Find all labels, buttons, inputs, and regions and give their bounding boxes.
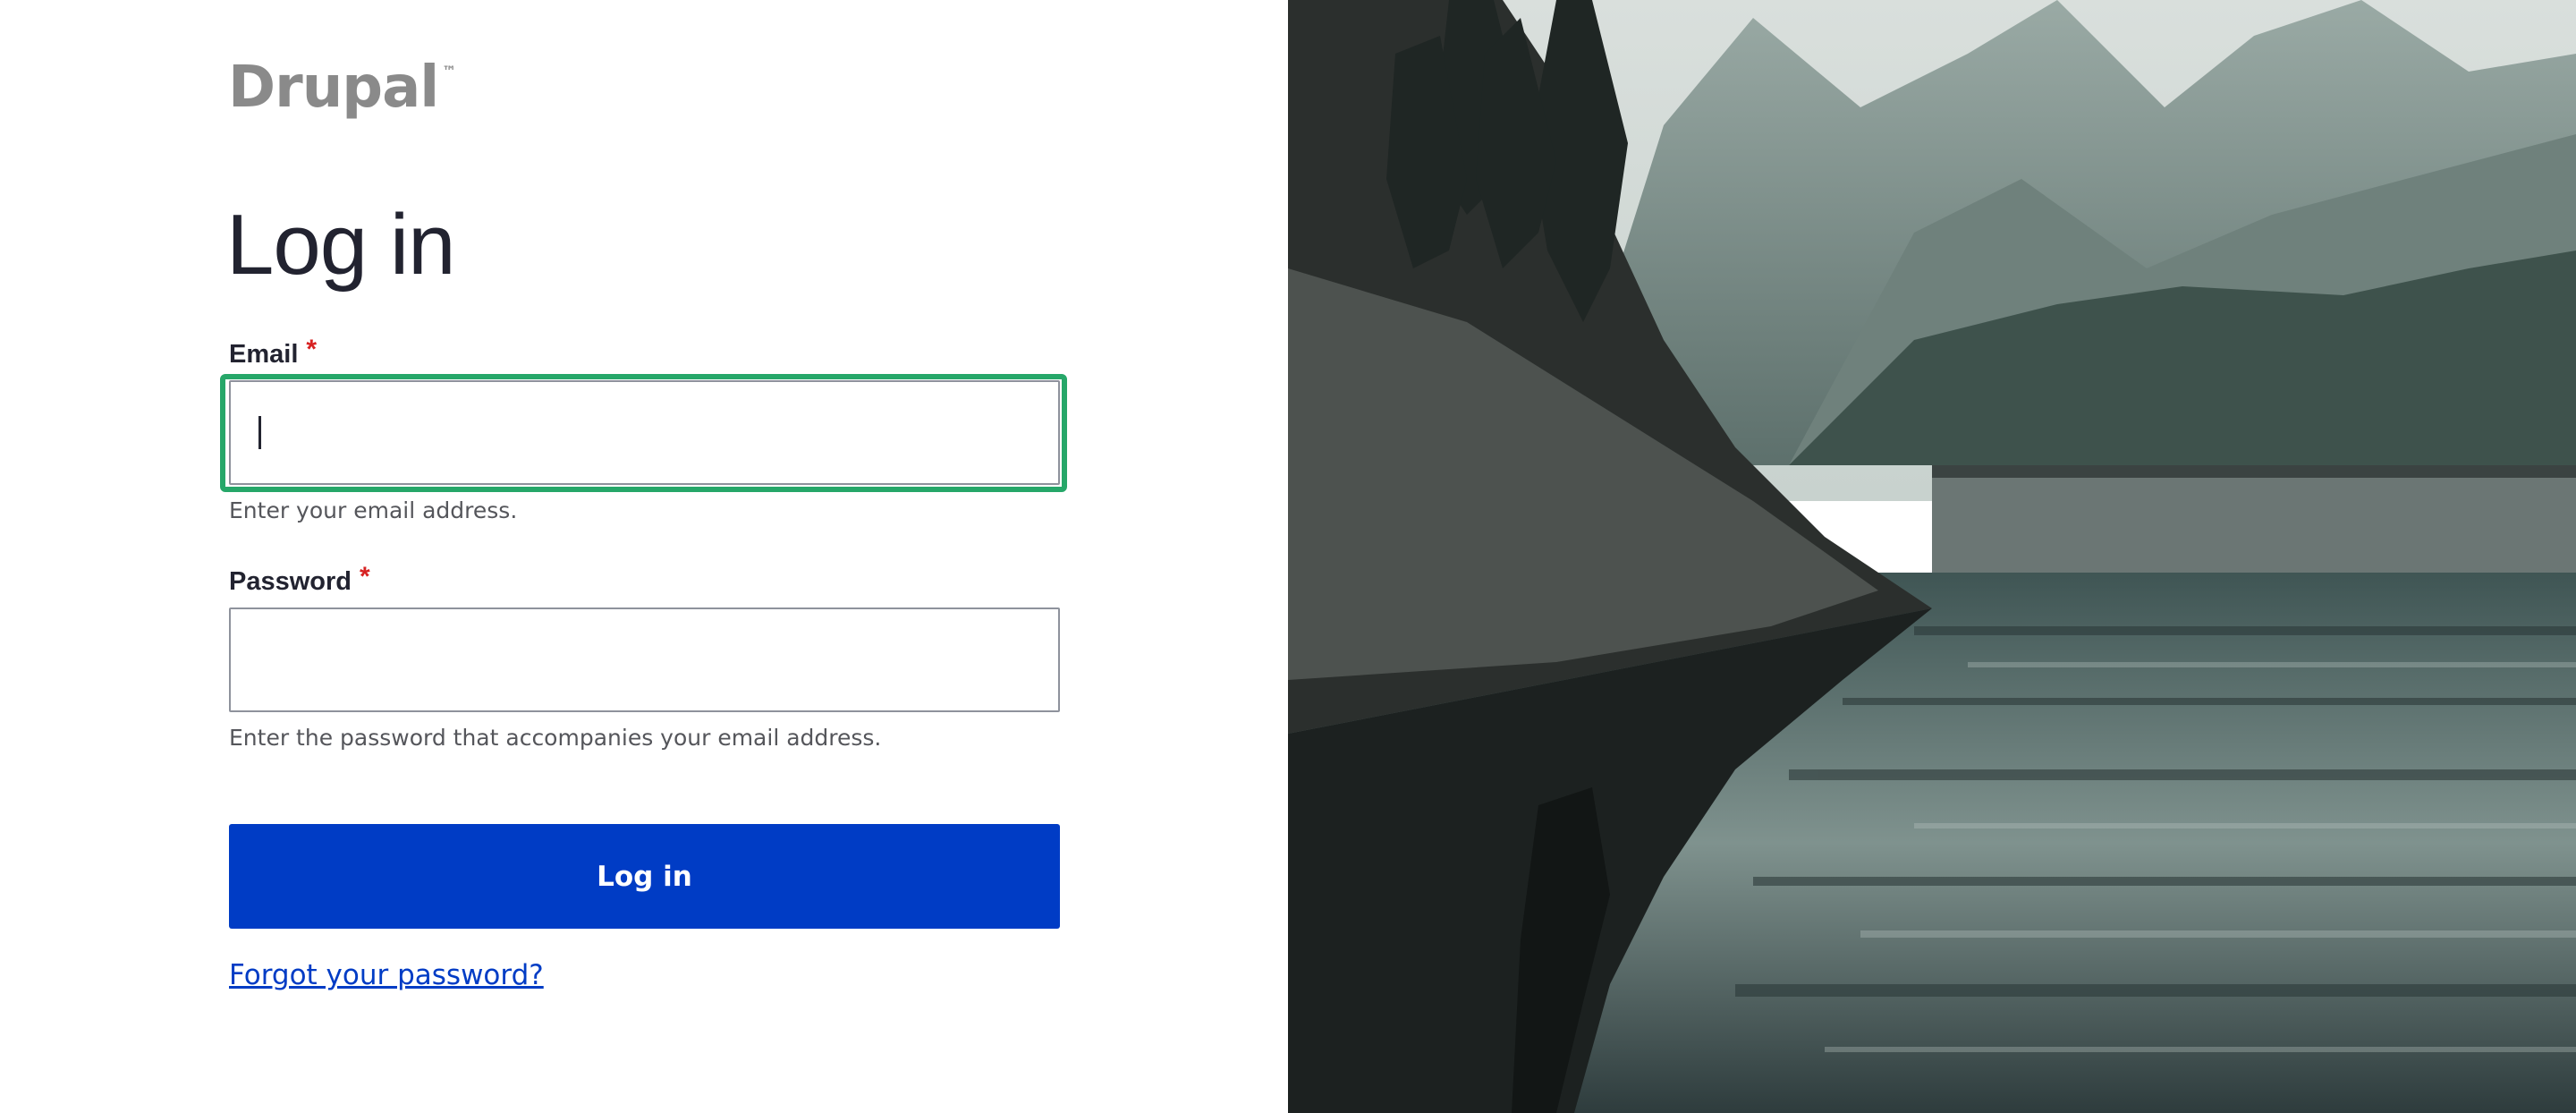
- login-panel: Drupal ™ Log in Email * Enter your email…: [0, 0, 1288, 1113]
- mountain-lake-photo: [1288, 0, 2576, 1113]
- required-marker: *: [306, 335, 318, 364]
- text-caret: [258, 416, 261, 449]
- email-label-text: Email: [229, 340, 299, 369]
- email-field-wrapper: [229, 380, 1060, 485]
- email-label: Email *: [229, 335, 317, 370]
- background-photo: [1288, 0, 2576, 1113]
- password-field[interactable]: [229, 607, 1060, 712]
- logo-wordmark: Drupal: [228, 55, 439, 121]
- password-label-text: Password: [229, 567, 352, 596]
- email-help-text: Enter your email address.: [229, 497, 518, 523]
- password-label: Password *: [229, 562, 370, 597]
- login-button[interactable]: Log in: [229, 824, 1060, 929]
- drupal-logo[interactable]: Drupal ™: [228, 57, 456, 120]
- forgot-password-link[interactable]: Forgot your password?: [229, 959, 544, 991]
- page-title: Log in: [226, 197, 456, 293]
- password-help-text: Enter the password that accompanies your…: [229, 725, 882, 751]
- required-marker: *: [360, 562, 370, 591]
- password-field-wrapper: [229, 607, 1060, 712]
- logo-trademark: ™: [442, 63, 457, 80]
- email-field[interactable]: [229, 380, 1060, 485]
